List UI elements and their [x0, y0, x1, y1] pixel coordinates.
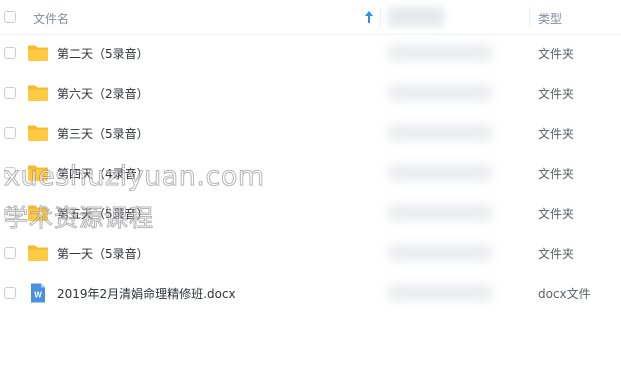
- file-row[interactable]: W 2019年2月清娟命理精修班.docx docx文件: [0, 273, 621, 313]
- row-checkbox[interactable]: [4, 287, 16, 299]
- row-checkbox[interactable]: [4, 47, 16, 59]
- file-name[interactable]: 第二天（5录音）: [57, 45, 149, 62]
- blurred-cell: [388, 165, 492, 181]
- folder-icon: [27, 202, 49, 224]
- column-header-blurred: [388, 7, 444, 27]
- blurred-cell: [388, 245, 492, 261]
- file-row[interactable]: 第三天（5录音） 文件夹: [0, 113, 621, 153]
- column-header-type[interactable]: 类型: [538, 10, 562, 27]
- blurred-cell: [388, 125, 492, 141]
- file-name[interactable]: 第三天（5录音）: [57, 125, 149, 142]
- select-all-checkbox[interactable]: [4, 11, 16, 23]
- file-row[interactable]: 第一天（5录音） 文件夹: [0, 233, 621, 273]
- file-type: 文件夹: [538, 127, 575, 141]
- row-checkbox[interactable]: [4, 167, 16, 179]
- blurred-cell: [388, 205, 492, 221]
- blurred-cell: [388, 285, 492, 301]
- folder-icon: [27, 162, 49, 184]
- file-type: 文件夹: [538, 47, 575, 61]
- file-name[interactable]: 第五天（5录音）: [57, 205, 149, 222]
- file-name[interactable]: 2019年2月清娟命理精修班.docx: [57, 285, 236, 302]
- folder-icon: [27, 242, 49, 264]
- file-list-header: 文件名 类型: [0, 0, 621, 35]
- sort-ascending-icon[interactable]: [364, 10, 374, 24]
- column-divider[interactable]: [380, 7, 381, 27]
- file-name[interactable]: 第一天（5录音）: [57, 245, 149, 262]
- file-type: docx文件: [538, 287, 591, 301]
- folder-icon: [27, 122, 49, 144]
- file-type: 文件夹: [538, 167, 575, 181]
- blurred-cell: [388, 85, 492, 101]
- word-doc-icon: W: [27, 282, 49, 304]
- file-row[interactable]: 第四天（4录音） 文件夹: [0, 153, 621, 193]
- row-checkbox[interactable]: [4, 247, 16, 259]
- file-row[interactable]: 第六天（2录音） 文件夹: [0, 73, 621, 113]
- column-header-name[interactable]: 文件名: [33, 10, 69, 27]
- row-checkbox[interactable]: [4, 87, 16, 99]
- file-type: 文件夹: [538, 207, 575, 221]
- row-checkbox[interactable]: [4, 207, 16, 219]
- svg-text:W: W: [34, 291, 42, 300]
- column-divider[interactable]: [529, 7, 530, 27]
- blurred-cell: [388, 45, 492, 61]
- folder-icon: [27, 42, 49, 64]
- file-name[interactable]: 第六天（2录音）: [57, 85, 149, 102]
- file-name[interactable]: 第四天（4录音）: [57, 165, 149, 182]
- folder-icon: [27, 82, 49, 104]
- file-type: 文件夹: [538, 247, 575, 261]
- file-type: 文件夹: [538, 87, 575, 101]
- file-row[interactable]: 第二天（5录音） 文件夹: [0, 33, 621, 73]
- row-checkbox[interactable]: [4, 127, 16, 139]
- file-row[interactable]: 第五天（5录音） 文件夹: [0, 193, 621, 233]
